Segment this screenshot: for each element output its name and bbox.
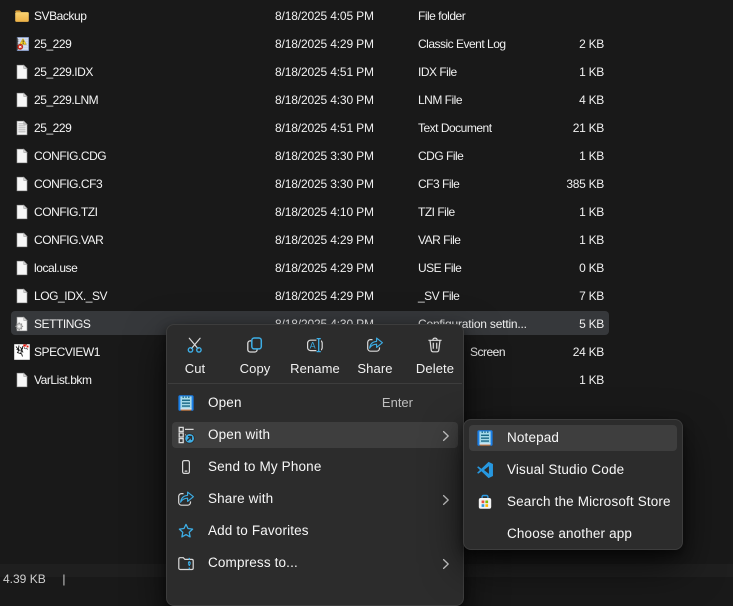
svg-text:A: A [310, 340, 316, 350]
